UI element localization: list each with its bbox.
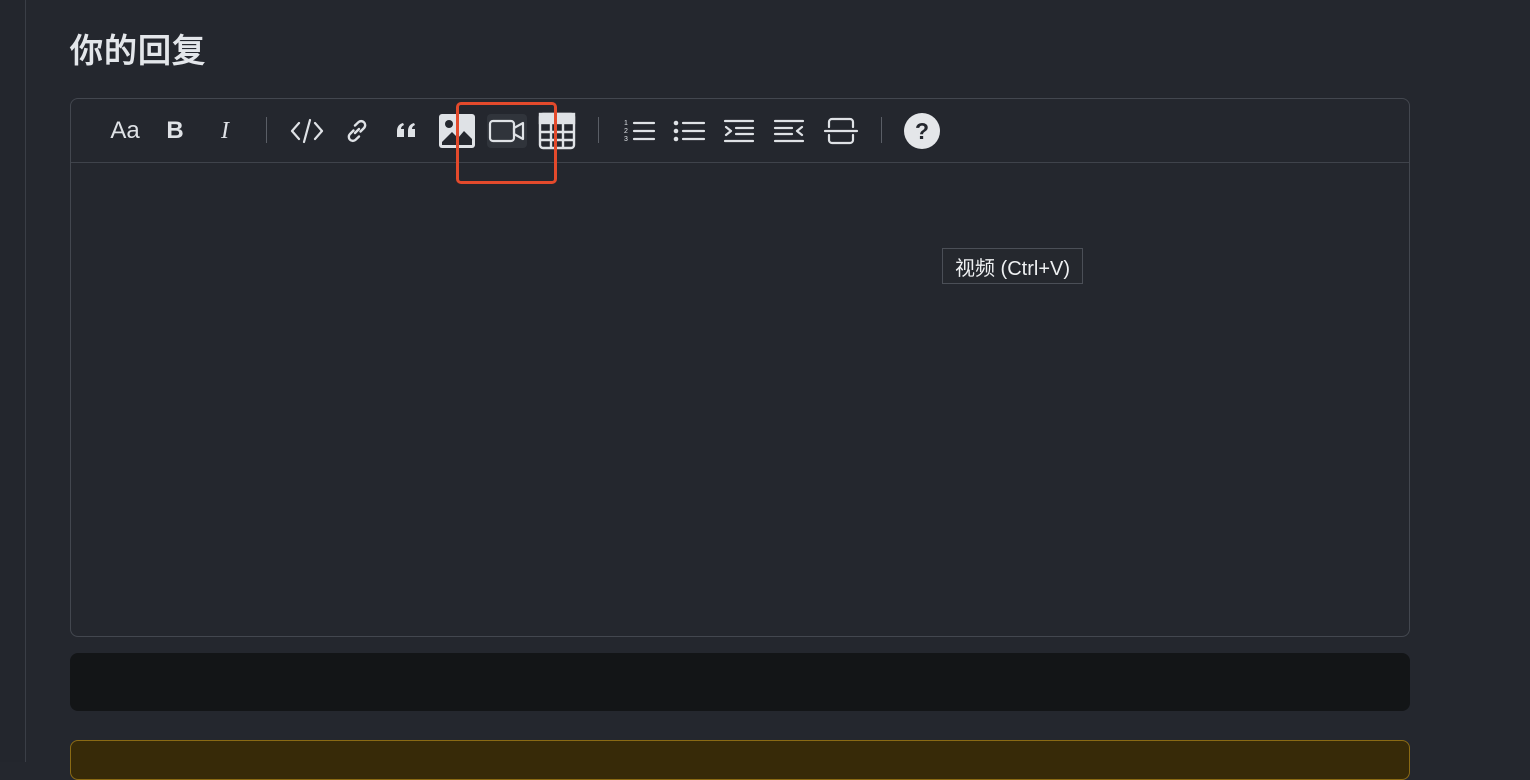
video-icon (488, 119, 525, 143)
toolbar-separator (881, 117, 882, 143)
italic-button[interactable]: I (205, 114, 245, 148)
help-button[interactable]: ? (902, 113, 942, 149)
page-title: 你的回复 (70, 31, 206, 70)
editor-status-bar (70, 653, 1410, 711)
left-rail (0, 0, 26, 762)
strikethrough-button[interactable] (821, 114, 861, 148)
toolbar-separator (266, 117, 267, 143)
quote-button[interactable] (387, 114, 427, 148)
warning-notice (70, 740, 1410, 780)
table-button[interactable] (537, 112, 577, 150)
bold-icon: B (166, 117, 184, 144)
link-icon (347, 119, 367, 143)
video-tooltip: 视频 (Ctrl+V) (942, 248, 1083, 284)
code-button[interactable] (287, 114, 327, 148)
strikethrough-icon (823, 117, 859, 145)
italic-icon: I (221, 117, 229, 144)
svg-text:?: ? (915, 118, 929, 144)
svg-text:3: 3 (624, 136, 628, 143)
link-button[interactable] (337, 114, 377, 148)
indent-button[interactable] (719, 114, 759, 148)
svg-text:2: 2 (624, 128, 628, 135)
image-button[interactable] (437, 114, 477, 148)
editor-toolbar: Aa B I 1 2 3 ? (71, 99, 1409, 184)
svg-text:1: 1 (624, 120, 628, 127)
ordered-list-icon: 1 2 3 (624, 120, 656, 143)
ordered-list-button[interactable]: 1 2 3 (619, 114, 659, 148)
font-size-icon: Aa (110, 117, 140, 144)
image-icon (439, 114, 475, 148)
toolbar-separator (598, 117, 599, 143)
video-button[interactable] (487, 114, 527, 148)
font-size-button[interactable]: Aa (105, 114, 145, 148)
indent-icon (723, 119, 755, 143)
help-icon: ? (904, 113, 940, 149)
editor-text-area[interactable] (71, 163, 1409, 636)
code-icon (290, 118, 324, 144)
table-icon (538, 112, 576, 150)
quote-icon (397, 123, 415, 137)
bullet-list-button[interactable] (669, 114, 709, 148)
outdent-icon (773, 119, 805, 143)
outdent-button[interactable] (769, 114, 809, 148)
bullet-list-icon (673, 120, 706, 142)
reply-editor: Aa B I 1 2 3 ? (70, 98, 1410, 637)
bold-button[interactable]: B (155, 114, 195, 148)
